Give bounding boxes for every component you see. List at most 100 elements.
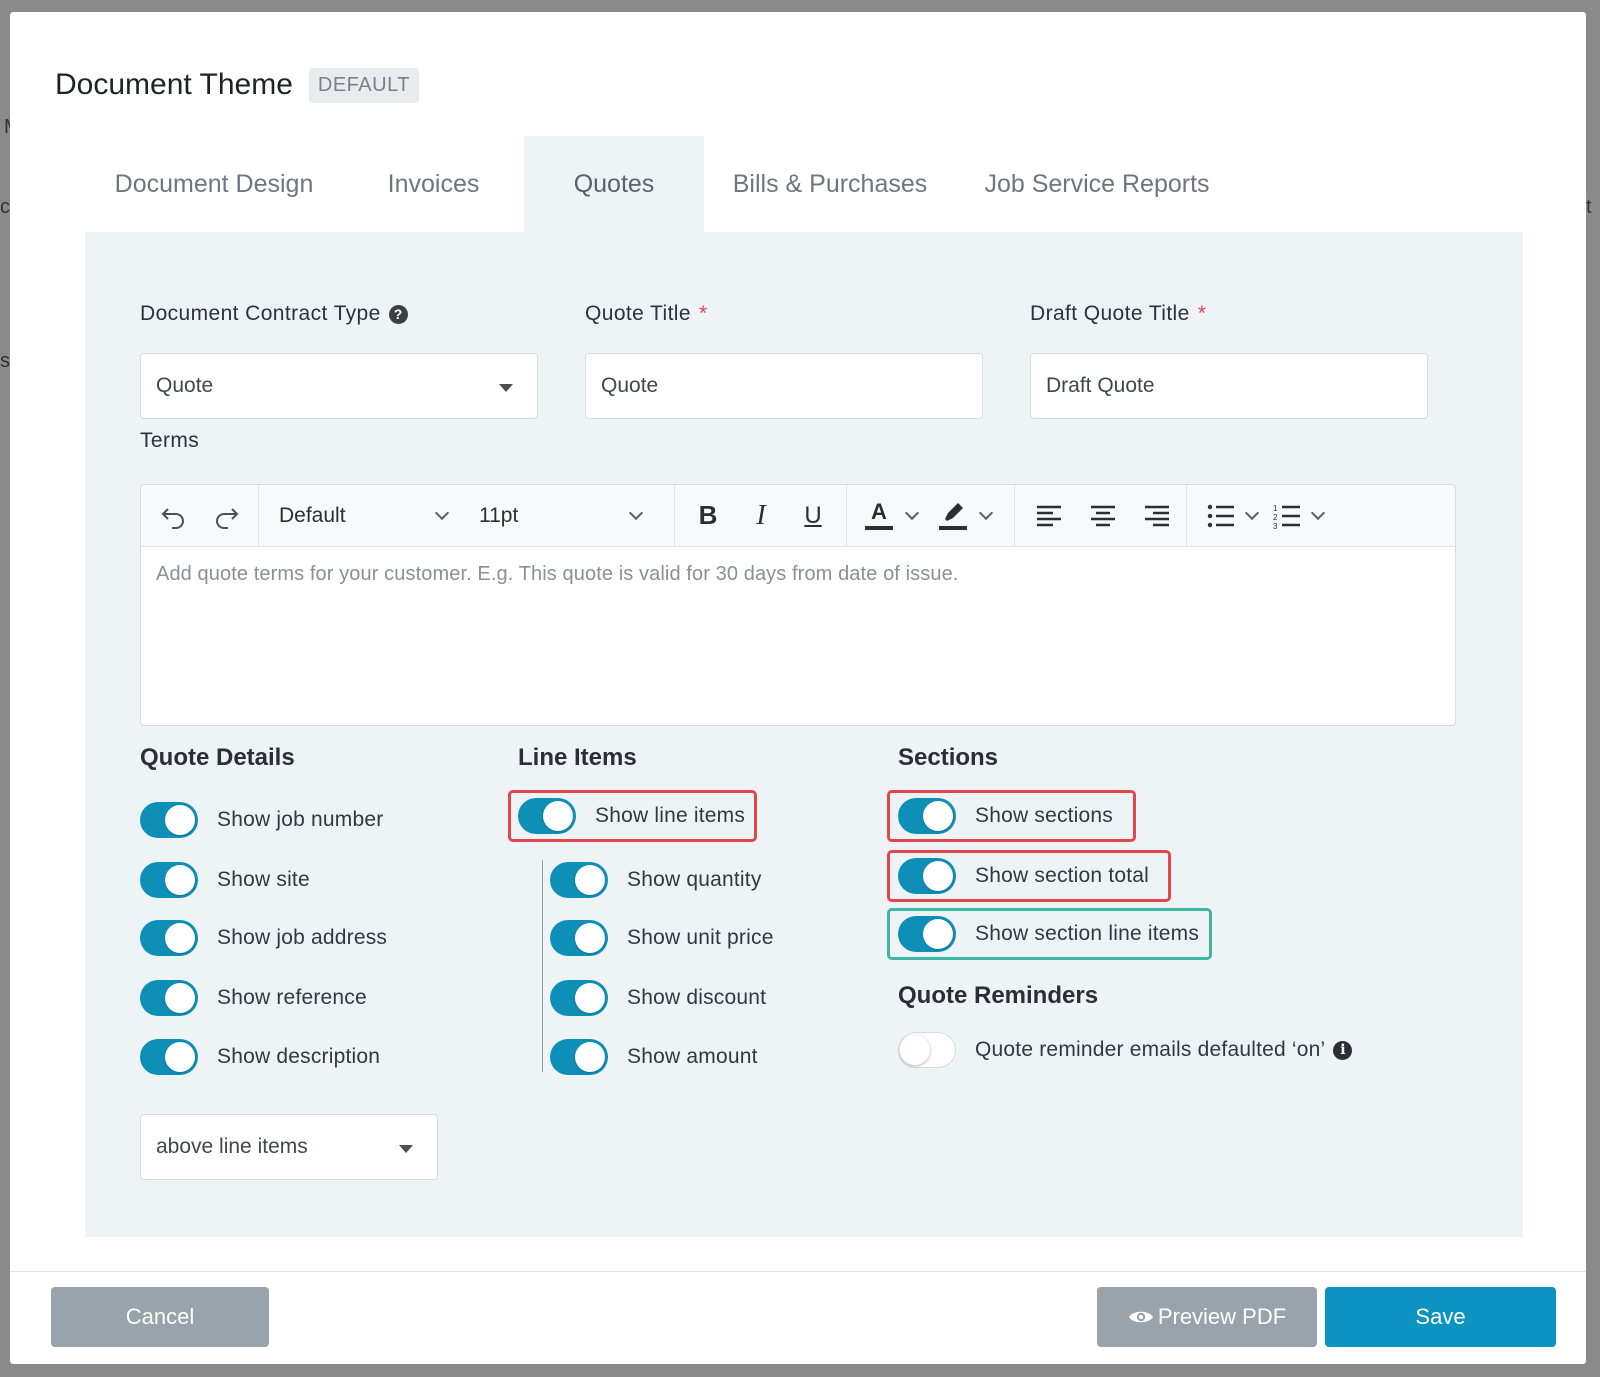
switch[interactable] <box>550 1039 608 1075</box>
switch-knob <box>575 1042 605 1072</box>
caret-down-icon <box>399 1145 413 1153</box>
switch[interactable] <box>518 798 576 834</box>
switch[interactable] <box>898 916 956 952</box>
switch[interactable] <box>140 980 198 1016</box>
question-circle-icon[interactable]: ? <box>388 304 408 324</box>
font-size-value: 11pt <box>479 503 519 527</box>
align-center-icon[interactable] <box>1089 504 1117 528</box>
toggle-show-job-address: Show job address <box>140 918 387 958</box>
description-position-select[interactable]: above line items <box>140 1114 438 1180</box>
quote-title-label-text: Quote Title <box>585 302 691 325</box>
chevron-down-icon <box>628 505 644 521</box>
nesting-line <box>542 860 543 1072</box>
tab-bills-purchases[interactable]: Bills & Purchases <box>704 136 956 232</box>
draft-quote-title-label-text: Draft Quote Title <box>1030 302 1190 325</box>
chevron-down-icon[interactable] <box>904 505 920 521</box>
switch[interactable] <box>140 920 198 956</box>
highlight-color-icon[interactable] <box>939 501 967 530</box>
switch[interactable] <box>550 980 608 1016</box>
font-group: Default 11pt <box>259 485 675 546</box>
toggle-label: Show unit price <box>627 926 774 949</box>
toggle-label: Show quantity <box>627 868 762 891</box>
footer-divider <box>10 1271 1586 1272</box>
description-position-value: above line items <box>156 1135 308 1158</box>
toggle-show-section-total: Show section total <box>898 856 1149 896</box>
tab-job-service-reports[interactable]: Job Service Reports <box>956 136 1238 232</box>
toggle-show-line-items: Show line items <box>518 796 745 836</box>
list-group: 123 <box>1187 485 1367 546</box>
required-marker: * <box>1197 302 1207 325</box>
toggle-show-section-line-items: Show section line items <box>898 914 1199 954</box>
bold-button[interactable]: B <box>695 500 721 531</box>
switch-knob <box>575 865 605 895</box>
cancel-button[interactable]: Cancel <box>51 1287 269 1347</box>
font-family-select[interactable]: Default <box>259 504 459 528</box>
toggle-show-job-number: Show job number <box>140 800 383 840</box>
toggle-label: Show amount <box>627 1045 758 1068</box>
font-family-value: Default <box>279 503 346 527</box>
switch[interactable] <box>898 1032 956 1068</box>
switch[interactable] <box>140 1039 198 1075</box>
tab-invoices[interactable]: Invoices <box>343 136 524 232</box>
switch-knob <box>923 861 953 891</box>
font-color-button[interactable]: A <box>865 501 893 530</box>
switch-knob <box>165 1042 195 1072</box>
tab-document-design[interactable]: Document Design <box>85 136 343 232</box>
switch[interactable] <box>140 802 198 838</box>
quote-title-value: Quote <box>601 374 659 397</box>
toggle-show-sections: Show sections <box>898 796 1113 836</box>
chevron-down-icon[interactable] <box>978 505 994 521</box>
switch[interactable] <box>898 798 956 834</box>
switch[interactable] <box>898 858 956 894</box>
save-button[interactable]: Save <box>1325 1287 1556 1347</box>
font-size-select[interactable]: 11pt <box>459 504 659 528</box>
contract-type-select[interactable]: Quote <box>140 353 538 419</box>
undo-icon[interactable] <box>159 501 189 531</box>
numbered-list-icon[interactable]: 123 <box>1273 503 1301 529</box>
toggle-label: Show line items <box>595 804 746 827</box>
underline-button[interactable]: U <box>801 502 825 530</box>
draft-quote-title-input[interactable]: Draft Quote <box>1030 353 1428 419</box>
redo-icon[interactable] <box>211 501 241 531</box>
style-group: B I U <box>675 485 847 546</box>
contract-type-label: Document Contract Type ? <box>140 302 408 326</box>
switch[interactable] <box>550 920 608 956</box>
contract-type-value: Quote <box>156 374 214 397</box>
svg-text:3: 3 <box>1273 522 1278 529</box>
backdrop-text: t <box>1586 196 1592 218</box>
svg-text:1: 1 <box>1273 504 1278 513</box>
italic-button[interactable]: I <box>749 500 773 532</box>
bullet-list-icon[interactable] <box>1207 503 1235 529</box>
modal-title: Document Theme <box>55 68 293 101</box>
preview-pdf-button[interactable]: Preview PDF <box>1097 1287 1317 1347</box>
toggle-show-description: Show description <box>140 1037 380 1077</box>
toggle-label: Show discount <box>627 986 767 1009</box>
switch[interactable] <box>140 862 198 898</box>
toggle-label: Show site <box>217 868 310 891</box>
terms-editor: Default 11pt B I U A 1 2 3 Add quote ter… <box>140 484 1456 726</box>
tab-bar: Document Design Invoices Quotes Bills & … <box>85 136 1523 232</box>
chevron-down-icon[interactable] <box>1310 505 1326 521</box>
toggle-label: Show job number <box>217 808 384 831</box>
quote-title-input[interactable]: Quote <box>585 353 983 419</box>
backdrop-text: c <box>0 196 10 218</box>
align-right-icon[interactable] <box>1143 504 1171 528</box>
terms-placeholder[interactable]: Add quote terms for your customer. E.g. … <box>156 563 958 586</box>
switch-knob <box>165 983 195 1013</box>
toggle-label: Show section total <box>975 864 1150 887</box>
align-left-icon[interactable] <box>1035 504 1063 528</box>
info-icon[interactable]: i <box>1333 1040 1353 1060</box>
toggle-label: Show section line items <box>975 922 1200 945</box>
toggle-quote-reminder: Quote reminder emails defaulted ‘on’ i <box>898 1030 1353 1070</box>
default-badge: DEFAULT <box>308 67 419 103</box>
switch[interactable] <box>550 862 608 898</box>
eye-icon <box>1128 1311 1153 1323</box>
backdrop-text: s <box>0 350 10 372</box>
chevron-down-icon[interactable] <box>1244 505 1260 521</box>
switch-knob <box>165 865 195 895</box>
switch-knob <box>165 923 195 953</box>
tab-quotes[interactable]: Quotes <box>524 136 704 232</box>
quote-title-label: Quote Title * <box>585 302 708 326</box>
draft-quote-title-label: Draft Quote Title * <box>1030 302 1206 326</box>
switch-knob <box>923 801 953 831</box>
